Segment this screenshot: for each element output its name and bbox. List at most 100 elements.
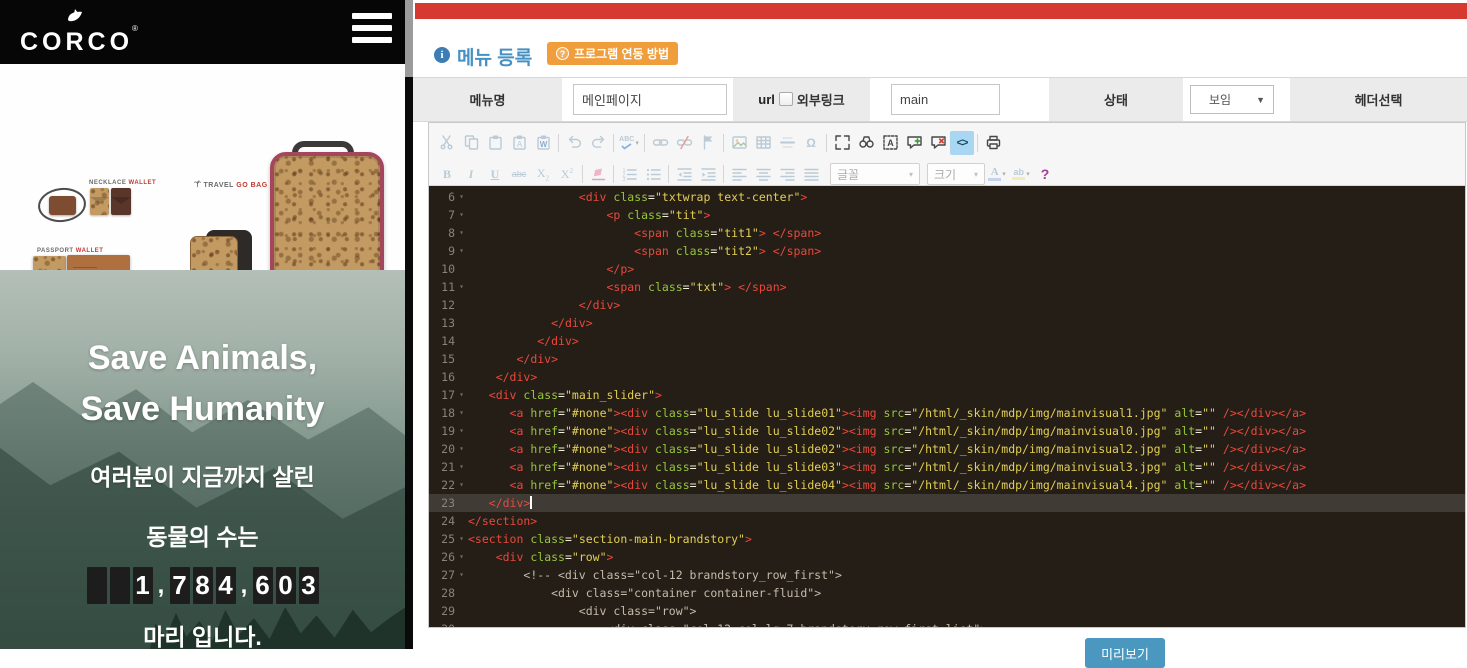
code-line-23[interactable]: 23 </div>: [429, 494, 1465, 512]
source-code-area[interactable]: 6▾ <div class="txtwrap text-center">7▾ <…: [429, 186, 1465, 627]
code-line-30[interactable]: 30 <div class="col-12 col-lg-7 brandstor…: [429, 620, 1465, 627]
link-icon[interactable]: [648, 131, 672, 155]
code-line-10[interactable]: 10 </p>: [429, 260, 1465, 278]
undo-icon[interactable]: [562, 131, 586, 155]
code-line-8[interactable]: 8▾ <span class="tit1"> </span>: [429, 224, 1465, 242]
align-left-icon[interactable]: [727, 162, 751, 186]
code-line-26[interactable]: 26▾ <div class="row">: [429, 548, 1465, 566]
hline-icon[interactable]: [775, 131, 799, 155]
source-icon[interactable]: <>: [950, 131, 974, 155]
unlink-icon[interactable]: [672, 131, 696, 155]
line-number: 22: [429, 476, 455, 494]
code-line-13[interactable]: 13 </div>: [429, 314, 1465, 332]
info-icon: i: [434, 47, 450, 63]
font-combo[interactable]: 글꼴▾: [830, 163, 920, 185]
indent-icon[interactable]: [696, 162, 720, 186]
code-line-25[interactable]: 25▾<section class="section-main-brandsto…: [429, 530, 1465, 548]
align-justify-icon[interactable]: [799, 162, 823, 186]
paste-word-icon[interactable]: W: [531, 131, 555, 155]
italic-icon[interactable]: I: [459, 162, 483, 186]
code-line-29[interactable]: 29 <div class="row">: [429, 602, 1465, 620]
code-line-9[interactable]: 9▾ <span class="tit2"> </span>: [429, 242, 1465, 260]
fold-arrow-icon[interactable]: ▾: [455, 422, 468, 440]
paste-text-icon[interactable]: A: [507, 131, 531, 155]
ul-icon[interactable]: [641, 162, 665, 186]
anchor-icon[interactable]: [696, 131, 720, 155]
corco-logo[interactable]: CORCO ®: [20, 6, 140, 58]
align-center-icon[interactable]: [751, 162, 775, 186]
fold-arrow-icon[interactable]: ▾: [455, 548, 468, 566]
subscript-icon[interactable]: X2: [531, 162, 555, 186]
code-line-18[interactable]: 18▾ <a href="#none"><div class="lu_slide…: [429, 404, 1465, 422]
fold-arrow-icon[interactable]: ▾: [455, 458, 468, 476]
hamburger-menu-icon[interactable]: [352, 13, 392, 45]
product-slide[interactable]: NECKLACE WALLET PASSPORT WALLET TRAVEL G…: [0, 64, 405, 270]
fold-arrow-icon[interactable]: ▾: [455, 440, 468, 458]
code-line-12[interactable]: 12 </div>: [429, 296, 1465, 314]
question-icon: ?: [556, 47, 569, 60]
bg-color-icon[interactable]: ab▾: [1009, 162, 1033, 186]
align-right-icon[interactable]: [775, 162, 799, 186]
help-icon[interactable]: ?: [1033, 162, 1057, 186]
external-link-checkbox[interactable]: [779, 92, 793, 106]
spell-suggest-icon[interactable]: [902, 131, 926, 155]
table-icon[interactable]: [751, 131, 775, 155]
omega-icon[interactable]: Ω: [799, 131, 823, 155]
size-combo[interactable]: 크기▾: [927, 163, 985, 185]
spellcheck-icon[interactable]: ABC▾: [617, 131, 641, 155]
code-line-14[interactable]: 14 </div>: [429, 332, 1465, 350]
copy-icon[interactable]: [459, 131, 483, 155]
fold-arrow-icon[interactable]: ▾: [455, 386, 468, 404]
status-select-value: 보임: [1191, 91, 1231, 108]
fold-arrow-icon[interactable]: ▾: [455, 476, 468, 494]
image-icon[interactable]: [727, 131, 751, 155]
toolbar-row-2: BIUabcX2X2123글꼴▾크기▾A▾ab▾?: [435, 159, 1465, 189]
code-line-28[interactable]: 28 <div class="container container-fluid…: [429, 584, 1465, 602]
toolbar-separator: [723, 134, 724, 152]
paste-icon[interactable]: [483, 131, 507, 155]
fold-arrow-icon[interactable]: ▾: [455, 206, 468, 224]
fold-arrow-icon[interactable]: ▾: [455, 404, 468, 422]
code-line-27[interactable]: 27▾ <!-- <div class="col-12 brandstory_r…: [429, 566, 1465, 584]
bold-icon[interactable]: B: [435, 162, 459, 186]
fold-arrow-icon[interactable]: ▾: [455, 278, 468, 296]
fold-arrow-icon[interactable]: ▾: [455, 188, 468, 206]
fold-arrow-icon[interactable]: ▾: [455, 242, 468, 260]
underline-icon[interactable]: U: [483, 162, 507, 186]
strike-icon[interactable]: abc: [507, 162, 531, 186]
code-line-6[interactable]: 6▾ <div class="txtwrap text-center">: [429, 188, 1465, 206]
code-line-7[interactable]: 7▾ <p class="tit">: [429, 206, 1465, 224]
select-all-icon[interactable]: A: [878, 131, 902, 155]
spell-error-icon[interactable]: [926, 131, 950, 155]
chevron-down-icon: ▾: [974, 170, 978, 179]
code-line-24[interactable]: 24</section>: [429, 512, 1465, 530]
menu-name-input[interactable]: [573, 84, 727, 115]
line-number: 25: [429, 530, 455, 548]
code-line-22[interactable]: 22▾ <a href="#none"><div class="lu_slide…: [429, 476, 1465, 494]
cut-icon[interactable]: [435, 131, 459, 155]
counter-label: 동물의 수는: [0, 518, 405, 552]
url-input[interactable]: [891, 84, 1000, 115]
find-icon[interactable]: [854, 131, 878, 155]
ol-icon[interactable]: 123: [617, 162, 641, 186]
preview-button[interactable]: 미리보기: [1085, 638, 1165, 668]
code-line-20[interactable]: 20▾ <a href="#none"><div class="lu_slide…: [429, 440, 1465, 458]
maximize-icon[interactable]: [830, 131, 854, 155]
fold-arrow-icon[interactable]: ▾: [455, 224, 468, 242]
code-line-21[interactable]: 21▾ <a href="#none"><div class="lu_slide…: [429, 458, 1465, 476]
fold-arrow-icon[interactable]: ▾: [455, 566, 468, 584]
code-line-17[interactable]: 17▾ <div class="main_slider">: [429, 386, 1465, 404]
superscript-icon[interactable]: X2: [555, 162, 579, 186]
redo-icon[interactable]: [586, 131, 610, 155]
code-line-16[interactable]: 16 </div>: [429, 368, 1465, 386]
code-line-11[interactable]: 11▾ <span class="txt"> </span>: [429, 278, 1465, 296]
fold-arrow-icon[interactable]: ▾: [455, 530, 468, 548]
outdent-icon[interactable]: [672, 162, 696, 186]
remove-format-icon[interactable]: [586, 162, 610, 186]
text-color-icon[interactable]: A▾: [985, 162, 1009, 186]
code-line-19[interactable]: 19▾ <a href="#none"><div class="lu_slide…: [429, 422, 1465, 440]
print-icon[interactable]: [981, 131, 1005, 155]
status-select[interactable]: 보임 ▼: [1190, 85, 1274, 114]
program-link-help-button[interactable]: ? 프로그램 연동 방법: [547, 42, 678, 65]
code-line-15[interactable]: 15 </div>: [429, 350, 1465, 368]
